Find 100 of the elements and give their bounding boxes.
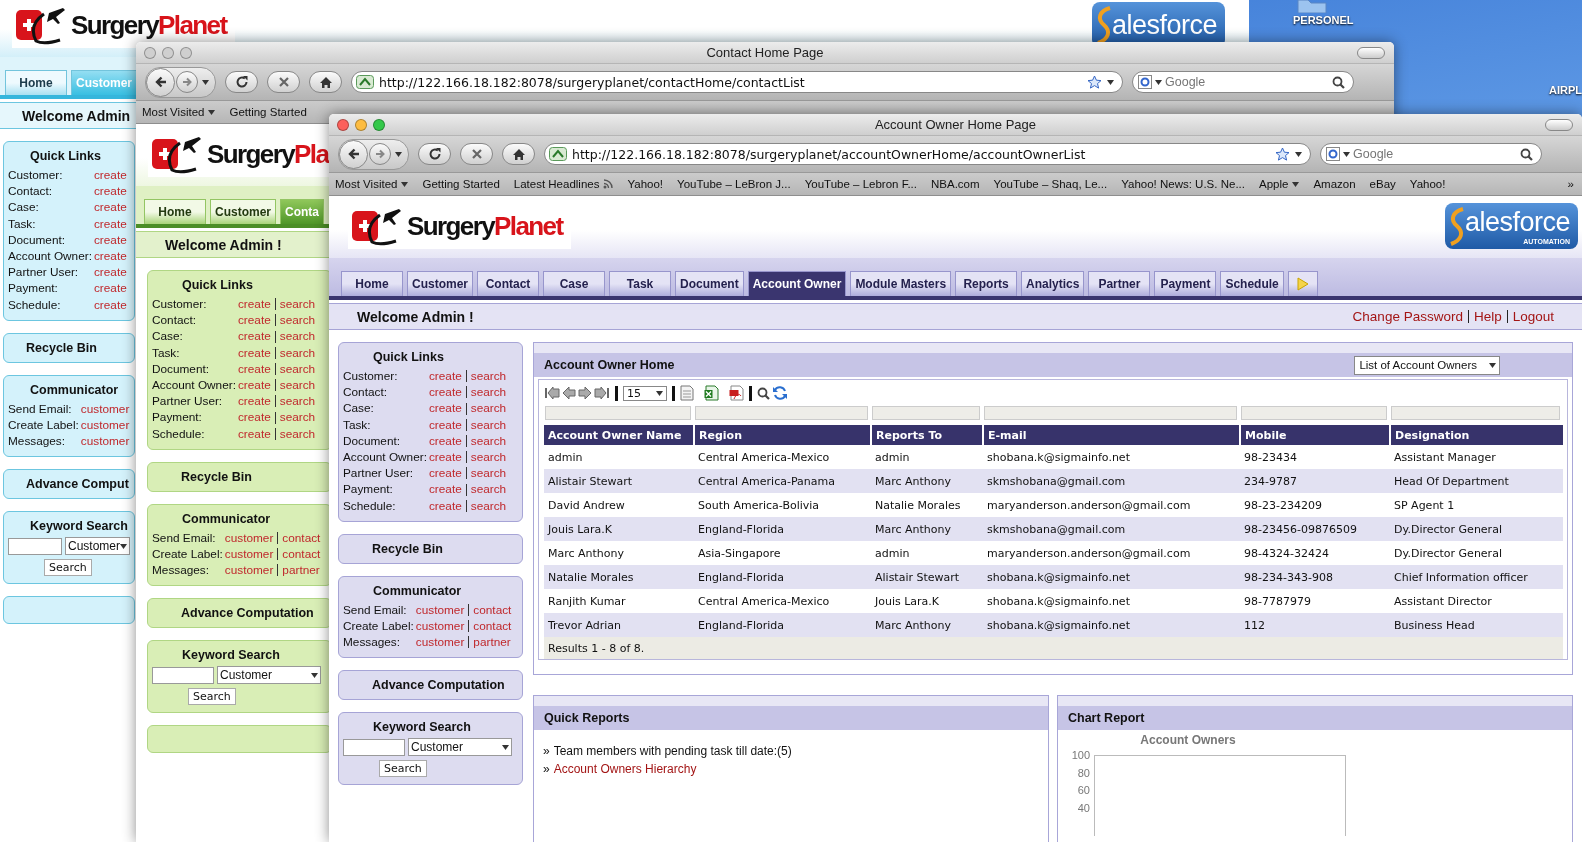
address-bar[interactable]: http://122.166.18.182:8078/surgeryplanet/contactHome/contactList bbox=[351, 71, 1123, 93]
section-button[interactable]: Advance Comput bbox=[3, 469, 135, 500]
link[interactable]: search bbox=[279, 328, 316, 345]
link[interactable]: search bbox=[470, 497, 507, 514]
bookmark[interactable]: Yahoo! News: U.S. Ne... bbox=[1121, 178, 1245, 190]
section-button[interactable]: Recycle Bin bbox=[338, 533, 523, 564]
link[interactable]: customer bbox=[80, 433, 130, 450]
link[interactable]: search bbox=[279, 425, 316, 442]
tab[interactable]: Analytics bbox=[1021, 271, 1085, 296]
link[interactable]: create bbox=[428, 481, 462, 498]
url-input[interactable]: http://122.166.18.182:8078/surgeryplanet/contactHome/contactList bbox=[379, 74, 1082, 90]
tab[interactable]: Schedule bbox=[1220, 271, 1284, 296]
link[interactable]: search bbox=[470, 481, 507, 498]
toolbar-toggle-button[interactable] bbox=[1357, 46, 1385, 59]
link[interactable]: create bbox=[237, 360, 271, 377]
link[interactable]: customer bbox=[224, 546, 274, 563]
link[interactable]: search bbox=[470, 368, 507, 385]
link[interactable]: create bbox=[93, 231, 127, 248]
filter-field[interactable] bbox=[1241, 406, 1387, 420]
search-button[interactable]: Search bbox=[44, 559, 92, 577]
tab[interactable]: Customer bbox=[210, 199, 276, 224]
link[interactable]: create bbox=[93, 280, 127, 297]
bookmark-menu[interactable]: Most Visited bbox=[335, 178, 409, 190]
link[interactable]: create bbox=[428, 416, 462, 433]
filter-field[interactable] bbox=[1391, 406, 1560, 420]
link[interactable]: create bbox=[428, 432, 462, 449]
tab[interactable]: Reports bbox=[955, 271, 1018, 296]
link[interactable]: create bbox=[428, 449, 462, 466]
tab[interactable]: Partner bbox=[1088, 271, 1151, 296]
link[interactable]: search bbox=[470, 384, 507, 401]
tab[interactable]: Case bbox=[543, 271, 605, 296]
more-bookmarks-button[interactable]: » bbox=[1567, 178, 1574, 190]
tab[interactable]: Task bbox=[609, 271, 671, 296]
keyword-field[interactable] bbox=[8, 537, 62, 555]
link[interactable]: customer bbox=[80, 400, 130, 418]
category-dropdown[interactable]: Customer bbox=[65, 537, 130, 556]
tab[interactable]: Account Owner bbox=[747, 271, 847, 296]
bookmark[interactable]: YouTube – LeBron J... bbox=[677, 178, 791, 190]
desktop-icon-label[interactable]: AIRPL bbox=[1549, 84, 1582, 96]
tab[interactable]: Home bbox=[341, 271, 403, 296]
more-tabs-button[interactable] bbox=[1287, 271, 1318, 296]
search-button[interactable]: Search bbox=[379, 760, 427, 778]
bookmark[interactable]: Yahoo! bbox=[1409, 178, 1446, 190]
tab[interactable]: Customer bbox=[407, 271, 473, 296]
zoom-button[interactable] bbox=[180, 46, 192, 59]
home-button[interactable] bbox=[502, 143, 535, 165]
bookmark[interactable]: Getting Started bbox=[229, 106, 307, 118]
report-link[interactable]: Account Owners Hierarchy bbox=[553, 760, 697, 778]
link[interactable]: search bbox=[279, 344, 316, 361]
link[interactable]: customer bbox=[415, 618, 465, 635]
close-button[interactable] bbox=[144, 46, 156, 59]
section-button[interactable]: Advance Computation bbox=[338, 670, 523, 701]
link[interactable]: search bbox=[279, 409, 316, 426]
header-link[interactable]: Help bbox=[1473, 309, 1502, 324]
link[interactable]: customer bbox=[224, 529, 274, 547]
reload-button[interactable] bbox=[225, 71, 258, 93]
link[interactable]: create bbox=[428, 497, 462, 514]
bookmark[interactable]: Yahoo! bbox=[627, 178, 664, 190]
section-button[interactable]: Recycle Bin bbox=[147, 461, 332, 492]
link[interactable]: contact bbox=[282, 529, 321, 547]
link[interactable]: create bbox=[428, 400, 462, 417]
back-button[interactable] bbox=[146, 67, 175, 97]
link[interactable]: create bbox=[428, 384, 462, 401]
tab[interactable]: Home bbox=[144, 199, 206, 224]
link[interactable]: create bbox=[237, 328, 271, 345]
link[interactable]: search bbox=[470, 449, 507, 466]
address-bar[interactable]: http://122.166.18.182:8078/surgeryplanet/accountOwnerHome/accountOwnerList bbox=[544, 143, 1311, 165]
link[interactable]: create bbox=[237, 425, 271, 442]
link[interactable]: create bbox=[237, 409, 271, 426]
link[interactable]: create bbox=[237, 344, 271, 361]
link[interactable]: create bbox=[237, 377, 271, 394]
link[interactable]: search bbox=[470, 465, 507, 482]
filter-field[interactable] bbox=[984, 406, 1237, 420]
bookmark-menu[interactable]: Most Visited bbox=[142, 106, 216, 118]
link[interactable]: create bbox=[93, 296, 127, 313]
section-button[interactable]: Advance Computation bbox=[147, 598, 332, 629]
minimize-button[interactable] bbox=[162, 46, 174, 59]
link[interactable]: create bbox=[93, 215, 127, 232]
section-button[interactable]: Recycle Bin bbox=[3, 332, 135, 363]
close-button[interactable] bbox=[337, 118, 349, 131]
link[interactable]: create bbox=[93, 264, 127, 281]
header-link[interactable]: Change Password bbox=[1352, 309, 1463, 324]
header-link[interactable]: Logout bbox=[1512, 309, 1554, 324]
view-dropdown[interactable]: List of Account Owners bbox=[1354, 355, 1500, 375]
home-button[interactable] bbox=[309, 71, 342, 93]
link[interactable]: create bbox=[93, 199, 127, 216]
bookmark[interactable]: Getting Started bbox=[422, 178, 500, 190]
keyword-field[interactable] bbox=[343, 738, 405, 756]
stop-button[interactable] bbox=[267, 71, 300, 93]
bookmark[interactable]: YouTube – Lebron F... bbox=[804, 178, 917, 190]
desktop-icon-label[interactable]: PERSONEL bbox=[1293, 14, 1354, 26]
tab[interactable]: Contact bbox=[477, 271, 539, 296]
search-input[interactable]: Google bbox=[1165, 75, 1329, 89]
reload-button[interactable] bbox=[418, 143, 451, 165]
link[interactable]: contact bbox=[473, 601, 512, 619]
tab[interactable]: Document bbox=[675, 271, 744, 296]
bookmark[interactable]: NBA.com bbox=[931, 178, 980, 190]
link[interactable]: search bbox=[279, 360, 316, 377]
link[interactable]: customer bbox=[415, 601, 465, 619]
link[interactable]: search bbox=[279, 393, 316, 410]
